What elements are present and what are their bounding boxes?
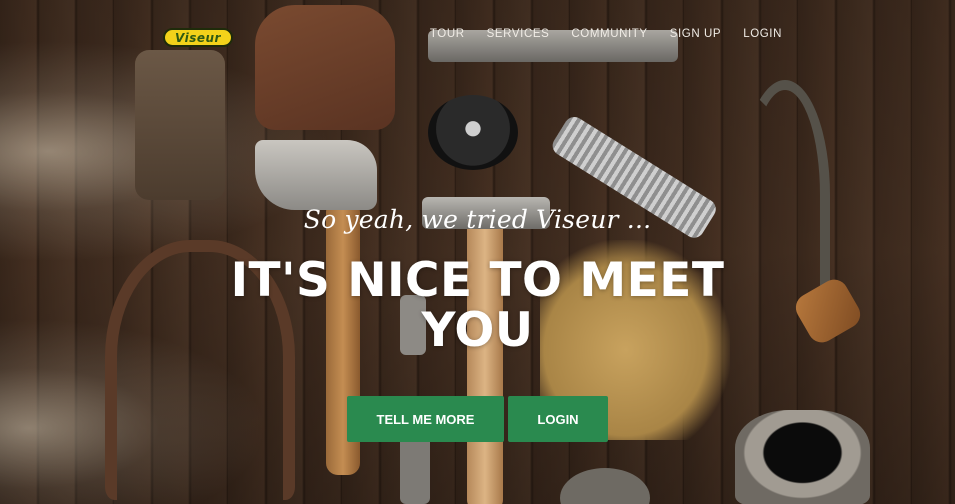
hero-cta-row: TELL ME MORE LOGIN	[0, 396, 955, 442]
metal-bowl-image	[560, 468, 650, 504]
nav-link-services[interactable]: SERVICES	[476, 28, 561, 40]
brand-logo[interactable]: Viseur	[163, 28, 233, 47]
login-button[interactable]: LOGIN	[508, 396, 608, 442]
nav-link-community[interactable]: COMMUNITY	[560, 28, 658, 40]
nav-link-tour[interactable]: TOUR	[419, 28, 476, 40]
tell-me-more-button[interactable]: TELL ME MORE	[347, 396, 504, 442]
nav-link-sign-up[interactable]: SIGN UP	[659, 28, 733, 40]
tape-measure-image	[428, 95, 518, 170]
nav-link-login[interactable]: LOGIN	[732, 28, 793, 40]
hero-content: So yeah, we tried Viseur ... IT'S NICE T…	[0, 205, 955, 356]
navbar: Viseur TOUR SERVICES COMMUNITY SIGN UP L…	[0, 0, 955, 74]
nav-links: TOUR SERVICES COMMUNITY SIGN UP LOGIN	[419, 28, 793, 40]
hero-headline: IT'S NICE TO MEET YOU	[230, 253, 725, 358]
hero-lead-text: So yeah, we tried Viseur ...	[303, 205, 652, 234]
axe-head-image	[255, 140, 377, 210]
